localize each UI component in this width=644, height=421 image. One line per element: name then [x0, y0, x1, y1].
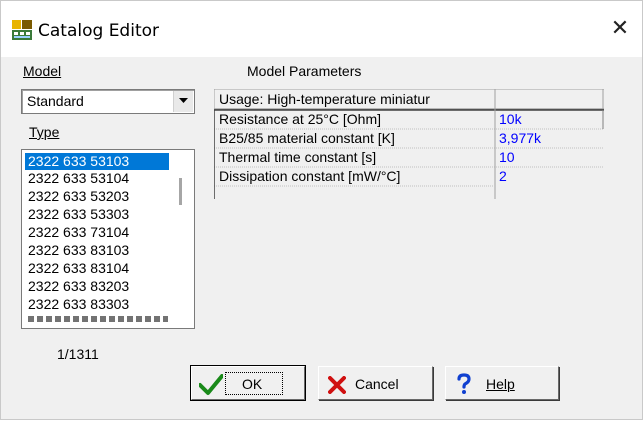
- title-bar: Catalog Editor ✕: [1, 1, 642, 57]
- param-name-cell: Thermal time constant [s]: [219, 149, 377, 165]
- ok-button-label: OK: [242, 376, 263, 392]
- list-item[interactable]: 2322 633 53303: [25, 206, 169, 223]
- catalog-editor-window: Catalog Editor ✕ Model Standard Type 232…: [0, 0, 643, 420]
- checkmark-icon: [199, 374, 223, 395]
- list-item[interactable]: 2322 633 83103: [25, 242, 169, 259]
- help-button-text: Help: [486, 376, 515, 392]
- help-button[interactable]: Help: [445, 366, 559, 400]
- type-position-counter: 1/1311: [57, 346, 99, 362]
- ok-button[interactable]: OK: [190, 365, 306, 401]
- list-item[interactable]: 2322 633 83303: [25, 296, 169, 313]
- chevron-down-icon: [179, 98, 188, 103]
- list-item[interactable]: 2322 633 53104: [25, 170, 169, 187]
- red-x-icon: [328, 376, 346, 394]
- param-name-cell: Dissipation constant [mW/°C]: [219, 168, 401, 184]
- cancel-button[interactable]: Cancel: [318, 366, 433, 400]
- list-item[interactable]: 2322 633 83203: [25, 278, 169, 295]
- model-parameters-label: Model Parameters: [247, 63, 362, 79]
- model-label: Model: [23, 63, 61, 79]
- model-select[interactable]: Standard: [21, 89, 195, 114]
- help-button-label: Help: [486, 376, 515, 392]
- param-name-cell: Resistance at 25°C [Ohm]: [219, 111, 381, 127]
- model-dropdown-button[interactable]: [173, 91, 193, 112]
- usage-cell: Usage: High-temperature miniatur: [219, 91, 430, 107]
- list-item[interactable]: 2322 633 53103: [25, 153, 169, 170]
- list-item-partial: [28, 316, 168, 322]
- type-list-scrollbar-thumb[interactable]: [179, 178, 182, 205]
- param-value-cell[interactable]: 3,977k: [499, 129, 599, 148]
- catalog-editor-icon: [12, 20, 32, 40]
- param-name-cell: B25/85 material constant [K]: [219, 130, 395, 146]
- param-value-cell[interactable]: 2: [499, 167, 599, 186]
- type-label-text: Type: [29, 124, 60, 140]
- model-label-text: Model: [23, 63, 62, 79]
- list-item[interactable]: 2322 633 73104: [25, 224, 169, 241]
- param-value-cell[interactable]: 10k: [499, 110, 599, 129]
- parameters-grid: Usage: High-temperature miniatur Resista…: [214, 89, 604, 200]
- type-label: Type: [29, 124, 59, 140]
- close-button[interactable]: ✕: [598, 11, 642, 47]
- blue-question-icon: [457, 373, 471, 394]
- list-item[interactable]: 2322 633 83104: [25, 260, 169, 277]
- cancel-button-label: Cancel: [355, 376, 399, 392]
- param-value-cell[interactable]: 10: [499, 148, 599, 167]
- type-listbox[interactable]: 2322 633 53103 2322 633 53104 2322 633 5…: [21, 149, 195, 329]
- model-select-value: Standard: [27, 93, 84, 109]
- list-item[interactable]: 2322 633 53203: [25, 188, 169, 205]
- window-title: Catalog Editor: [38, 21, 160, 41]
